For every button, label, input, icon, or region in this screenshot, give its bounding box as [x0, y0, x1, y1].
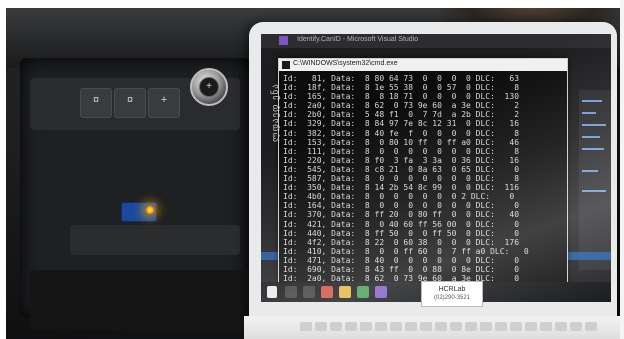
console-line: Id: 4f2, Data: 8 22 0 60 38 0 0 0 DLC: 1… — [283, 237, 520, 247]
keyboard-key[interactable] — [450, 322, 462, 331]
console-line: Id: 471, Data: 8 40 0 0 0 0 0 0 DLC: 0 — [283, 255, 520, 265]
keyboard-key[interactable] — [465, 322, 477, 331]
sticker-lab-name: HCRLab — [438, 286, 466, 293]
knob-label: + — [206, 81, 212, 92]
console-line: Id: 690, Data: 8 43 ff 0 0 88 0 8e DLC: … — [283, 264, 520, 274]
knob-center: + — [199, 77, 219, 97]
vs-tree-line — [582, 170, 598, 172]
console-button-2[interactable]: ¤ — [114, 88, 146, 118]
chrome-icon[interactable] — [357, 286, 369, 298]
device-shelf — [70, 225, 240, 255]
console-line: Id: 410, Data: 8 0 0 ff 60 0 7 ff a0 DLC… — [283, 246, 529, 256]
console-line: Id: 165, Data: 8 8 18 71 0 0 0 0 DLC: 13… — [283, 92, 520, 102]
console-titlebar[interactable]: C:\WINDOWS\system32\cmd.exe — [279, 59, 567, 71]
laptop-screen: Identify.CanID - Microsoft Visual Studio… — [261, 34, 611, 302]
keyboard-key[interactable] — [405, 322, 417, 331]
console-line: Id: 382, Data: 8 40 fe f 0 0 0 0 DLC: 8 — [283, 128, 520, 138]
console-line: Id: 587, Data: 8 0 0 0 0 0 0 0 DLC: 8 — [283, 174, 520, 184]
keyboard-key[interactable] — [480, 322, 492, 331]
keyboard-key[interactable] — [420, 322, 432, 331]
keyboard-key[interactable] — [345, 322, 357, 331]
console-line: Id: 2a0, Data: 8 62 0 73 9e 60 a 3e DLC:… — [283, 101, 520, 111]
console-line: Id: 4b0, Data: 8 0 0 0 0 0 0 2 DLC: 0 — [283, 192, 515, 202]
keyboard-key[interactable] — [525, 322, 537, 331]
keyboard-key[interactable] — [360, 322, 372, 331]
keyboard-key[interactable] — [300, 322, 312, 331]
console-line: Id: 2b0, Data: 5 48 f1 0 7 7d a 2b DLC: … — [283, 110, 520, 120]
browser-icon[interactable] — [321, 286, 333, 298]
vs-tree-line — [582, 190, 606, 192]
console-line: Id: 350, Data: 8 14 2b 54 8c 99 0 0 DLC:… — [283, 183, 520, 193]
image-border-right — [620, 0, 624, 339]
vs-solution-explorer — [579, 90, 611, 270]
console-line: Id: 164, Data: 8 0 0 0 0 0 0 0 DLC: 0 — [283, 201, 520, 211]
keyboard-key[interactable] — [570, 322, 582, 331]
visual-studio-taskbar-icon[interactable] — [375, 286, 387, 298]
console-line: Id: 440, Data: 8 ff 50 0 0 ff 50 0 DLC: … — [283, 228, 520, 238]
search-icon[interactable] — [285, 286, 297, 298]
console-button-1[interactable]: ¤ — [80, 88, 112, 118]
console-line: Id: 18f, Data: 8 1e 55 38 0 0 57 0 DLC: … — [283, 83, 520, 93]
keyboard-key[interactable] — [585, 322, 597, 331]
vs-titlebar: Identify.CanID - Microsoft Visual Studio — [261, 34, 611, 48]
console-line: Id: 421, Data: 8 0 40 60 ff 56 00 0 DLC:… — [283, 219, 520, 229]
usb-status-led-icon — [146, 206, 154, 214]
vs-tree-line — [582, 136, 600, 138]
vs-tree-line — [582, 112, 596, 114]
folder-icon[interactable] — [339, 286, 351, 298]
console-line: Id: 220, Data: 8 f0 3 fa 3 3a 0 36 DLC: … — [283, 155, 520, 165]
console-line: Id: 111, Data: 8 0 0 0 0 0 0 0 DLC: 8 — [283, 146, 520, 156]
keyboard-key[interactable] — [435, 322, 447, 331]
console-line: Id: 329, Data: 8 84 97 7e 8c 12 31 0 DLC… — [283, 119, 520, 129]
sticker-phone: (02)290-3521 — [433, 295, 471, 301]
image-border-left — [0, 0, 6, 339]
image-border-top — [0, 0, 624, 8]
console-line: Id: 81, Data: 8 80 64 73 0 0 0 0 DLC: 63 — [283, 74, 520, 83]
keyboard-key[interactable] — [555, 322, 567, 331]
console-line: Id: 370, Data: 8 ff 20 0 80 ff 0 0 DLC: … — [283, 210, 520, 220]
console-line: Id: 545, Data: 8 c8 21 0 8a 63 0 65 DLC:… — [283, 164, 520, 174]
visual-studio-icon — [279, 36, 288, 45]
vs-tree-line — [582, 148, 604, 150]
console-output: Id: 81, Data: 8 80 64 73 0 0 0 0 DLC: 63… — [283, 74, 565, 282]
keyboard-key[interactable] — [540, 322, 552, 331]
keyboard-key[interactable] — [510, 322, 522, 331]
console-title: C:\WINDOWS\system32\cmd.exe — [293, 60, 398, 67]
volume-knob[interactable]: + — [190, 68, 228, 106]
vs-tree-line — [582, 100, 602, 102]
keyboard-key[interactable] — [390, 322, 402, 331]
keyboard-key[interactable] — [375, 322, 387, 331]
start-icon[interactable] — [267, 286, 277, 298]
cmd-console-window[interactable]: C:\WINDOWS\system32\cmd.exe Id: 81, Data… — [278, 58, 568, 286]
keyboard-key[interactable] — [315, 322, 327, 331]
keyboard-key[interactable] — [330, 322, 342, 331]
car-floor — [30, 270, 250, 330]
photo-scene: ¤ ¤ + + Identify.CanID - Microsoft Visua… — [0, 0, 624, 339]
keyboard-key[interactable] — [495, 322, 507, 331]
lab-sticker: HCRLab (02)290-3521 — [421, 281, 483, 307]
vs-tree-line — [582, 124, 606, 126]
vertical-label: ლდაედ ენა — [270, 83, 280, 142]
vs-title: Identify.CanID - Microsoft Visual Studio — [297, 36, 419, 43]
console-line: Id: 153, Data: 8 0 80 10 ff 0 ff a0 DLC:… — [283, 137, 520, 147]
keyboard-keys — [300, 322, 620, 334]
task-view-icon[interactable] — [303, 286, 315, 298]
console-button-3[interactable]: + — [148, 88, 180, 118]
